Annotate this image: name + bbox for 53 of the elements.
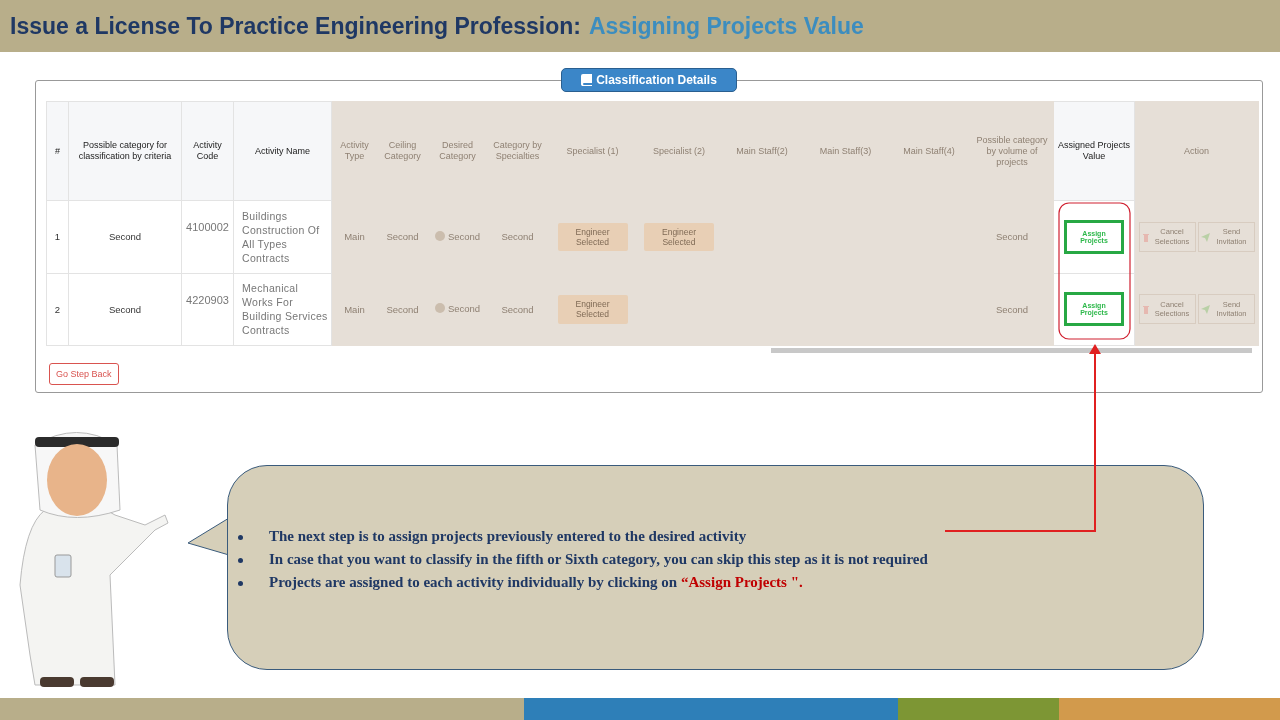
column-header: Activity Type [331, 101, 378, 201]
scrollbar[interactable] [771, 348, 1252, 353]
send-icon [1200, 232, 1210, 242]
table-cell-text: Buildings Construction Of All Types Contracts [242, 210, 320, 265]
table-cell-text: Second [386, 231, 419, 243]
send-icon [1200, 304, 1210, 314]
table-cell-text: Second [995, 303, 1029, 315]
table-cell-text: Main [344, 303, 365, 315]
table-cell-text: Second [501, 231, 534, 243]
column-header: Possible category for classification by criteria [68, 101, 182, 201]
column-header: Specialist (2) [637, 101, 721, 201]
column-header: Main Staff(3) [803, 101, 888, 201]
table-cell-text: Mechanical Works For Building Services Contracts [242, 282, 328, 337]
engineer-button[interactable]: Engineer Selected [557, 222, 628, 252]
column-header: Assigned Projects Value [1053, 101, 1135, 201]
column-header: Activity Name [233, 101, 332, 201]
column-header: # [46, 101, 69, 201]
column-header: Action [1134, 101, 1259, 201]
column-header: Main Staff(2) [720, 101, 804, 201]
bullet-icon [238, 535, 243, 540]
engineer-button[interactable]: Engineer Selected [557, 295, 628, 324]
table-cell-text: Second [501, 303, 534, 315]
page-title: Issue a License To Practice Engineering Profession: [10, 12, 581, 40]
column-header: Specialist (1) [547, 101, 638, 201]
table-cell-text: Second [447, 230, 481, 242]
column-header: Category by Specialties [487, 101, 548, 201]
table-cell-text: Second [995, 231, 1029, 243]
column-header: Main Staff(4) [887, 101, 971, 201]
go-step-back-button[interactable]: Go Step Back [49, 363, 119, 385]
table-cell-text: 1 [54, 231, 61, 243]
table-cell-text: Second [108, 231, 142, 243]
bullet-text: The next step is to assign projects previously entered to the desired activity [269, 528, 747, 545]
page-subtitle: Assigning Projects Value [588, 12, 864, 40]
bullet-text: Projects are assigned to each activity individually by clicking on “Assign Projects ". [269, 574, 803, 591]
column-header: Ceiling Category [377, 101, 428, 201]
table-cell-text: Main [344, 231, 365, 243]
column-header: Desired Category [427, 101, 488, 201]
column-header: Possible category by volume of projects [970, 101, 1054, 201]
book-icon [581, 74, 593, 86]
table-cell-text: 2 [54, 303, 61, 315]
bullet-icon [238, 581, 243, 586]
bullet-text: In case that you want to classify in the fifth or Sixth category, you can skip this step as it is not required [269, 551, 928, 568]
column-header: Activity Code [181, 101, 234, 201]
table-cell-text: Second [447, 302, 481, 315]
trash-icon [1141, 304, 1150, 314]
table-cell-text: 4100002 [186, 221, 229, 234]
trash-icon [1141, 232, 1150, 242]
table-cell-text: 4220903 [186, 293, 229, 306]
bullet-icon [238, 558, 243, 563]
table-cell-text: Second [108, 303, 142, 315]
engineer-button[interactable]: Engineer Selected [644, 222, 714, 252]
table-cell-text: Second [386, 303, 419, 315]
panel-legend: Classification Details [561, 68, 737, 92]
